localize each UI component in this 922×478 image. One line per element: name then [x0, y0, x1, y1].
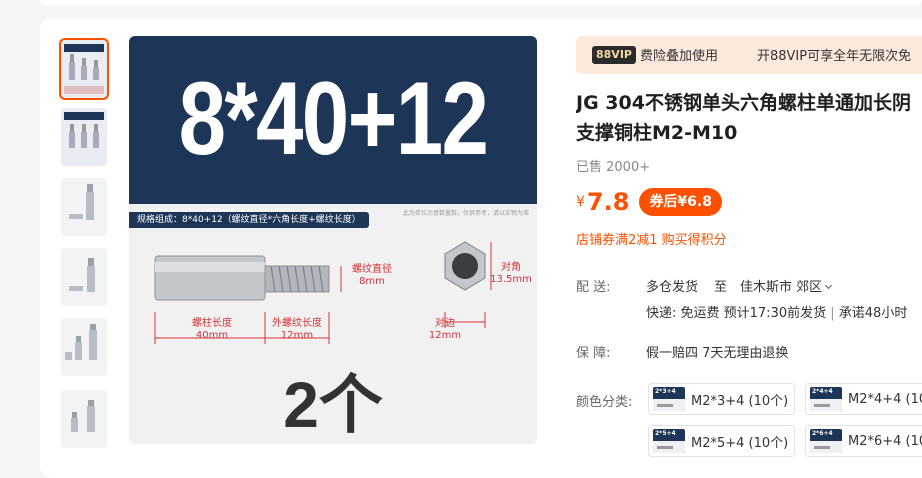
sold-count: 已售 2000+ [576, 160, 651, 175]
coupon-price-badge[interactable]: 券后¥6.8 [639, 188, 722, 216]
guarantee-label: 保 障: [576, 346, 611, 361]
option-thumbnail: 2*4+4 [810, 387, 842, 411]
size-label: 8*40+12 [178, 61, 489, 177]
option-thumbnail: 2*5+4 [653, 429, 685, 453]
diagonal-label: 对角 13.5mm [490, 262, 532, 285]
image-notice: 此为单位示意数量数，仅供参考，请以实物为准 [402, 210, 529, 217]
vip-text: 费险叠加使用 [640, 49, 719, 64]
vip-text-secondary: 开88VIP可享全年无限次免 [757, 49, 912, 64]
guarantee-value[interactable]: 假一赔四 7天无理由退换 [646, 342, 788, 361]
thumbnail-3[interactable] [61, 178, 107, 236]
top-strip [40, 0, 922, 6]
promo-text[interactable]: 店铺券满2减1 购买得积分 [576, 229, 727, 248]
vip-badge: 88VIP [592, 46, 636, 64]
main-product-image[interactable]: 8*40+12 规格组成：8*40+12（螺纹直径*六角长度+螺纹长度） 此为单… [129, 36, 537, 444]
delivery-from: 多仓发货 [646, 280, 699, 295]
thumbnail-5[interactable] [61, 318, 107, 376]
option-m2-3-4[interactable]: 2*3+4 M2*3+4 (10个) [648, 383, 796, 415]
option-m2-4-4[interactable]: 2*4+4 M2*4+4 (10 [805, 383, 922, 415]
price: 7.8 [586, 188, 630, 216]
flat-label: 对边 12mm [428, 318, 462, 341]
color-category-label: 颜色分类: [576, 395, 633, 410]
vip-banner[interactable]: 88VIP 费险叠加使用 开88VIP可享全年无限次免 [576, 36, 922, 74]
thumbnail-2[interactable] [61, 108, 107, 166]
thread-diameter-label: 螺纹直径 8mm [352, 264, 392, 287]
product-title: JG 304不锈钢单头六角螺柱单通加长阴 支撑铜柱M2-M10 [576, 92, 911, 144]
spec-tag: 规格组成：8*40+12（螺纹直径*六角长度+螺纹长度） [129, 212, 369, 228]
option-thumbnail: 2*3+4 [653, 387, 685, 411]
delivery-destination[interactable]: 佳木斯市 郊区 [740, 276, 833, 295]
price-row: ¥ 7.8 券后¥6.8 [576, 188, 722, 216]
thumbnail-6[interactable] [61, 390, 107, 448]
thumbnail-1[interactable] [59, 38, 109, 100]
chevron-down-icon [825, 281, 833, 290]
thumbnail-4[interactable] [61, 248, 107, 306]
delivery-detail: 快递: 免运费 预计17:30前发货 | 承诺48小时 [646, 306, 908, 321]
pillar-length-label: 螺柱长度 40mm [192, 318, 232, 341]
currency-symbol: ¥ [576, 194, 585, 210]
delivery-to: 至 [714, 280, 728, 295]
quantity-label: 2个 [283, 369, 383, 441]
delivery-label: 配 送: [576, 280, 611, 295]
option-m2-6-4[interactable]: 2*6+4 M2*6+4 (10 [805, 425, 922, 457]
outer-thread-label: 外螺纹长度 12mm [272, 318, 322, 341]
option-m2-5-4[interactable]: 2*5+4 M2*5+4 (10个) [648, 425, 796, 457]
option-thumbnail: 2*6+4 [810, 429, 842, 453]
